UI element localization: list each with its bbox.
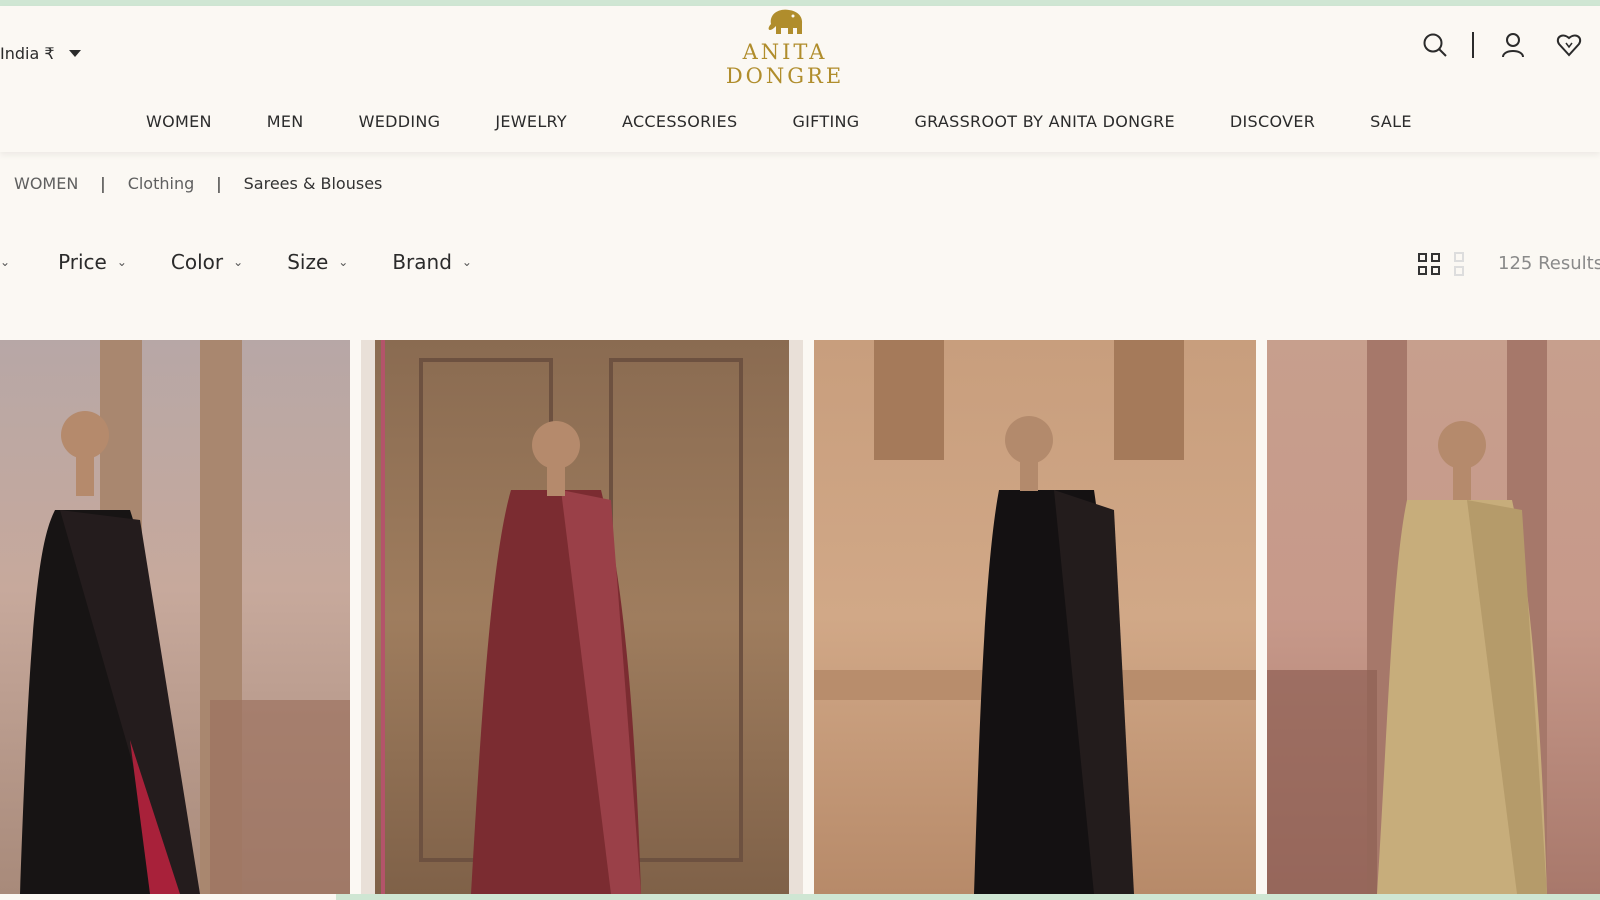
results-count: 125 Results (1498, 253, 1600, 274)
chevron-down-icon: ⌄ (338, 255, 349, 269)
breadcrumb-women[interactable]: WOMEN (14, 174, 78, 193)
filter-price[interactable]: Price ⌄ (58, 250, 127, 274)
brand-logo[interactable]: ANITA DONGRE (680, 6, 890, 88)
product-image (361, 340, 803, 894)
product-card[interactable] (814, 340, 1256, 894)
chevron-down-icon[interactable]: ⌄ (0, 255, 10, 269)
breadcrumb-separator: | (216, 174, 222, 193)
country-label: India ₹ (0, 44, 55, 63)
site-header: India ₹ ANITA DONGRE WOMEN MEN WEDDING J… (0, 6, 1600, 152)
user-icon[interactable] (1498, 30, 1528, 60)
icon-divider (1472, 32, 1474, 58)
nav-item-discover[interactable]: DISCOVER (1230, 112, 1315, 131)
filter-label: Color (170, 250, 224, 274)
view-toggle (1418, 252, 1464, 276)
caret-down-icon (68, 50, 81, 57)
breadcrumb: WOMEN | Clothing | Sarees & Blouses (14, 174, 382, 193)
nav-item-men[interactable]: MEN (267, 112, 304, 131)
filter-color[interactable]: Color ⌄ (171, 250, 243, 274)
breadcrumb-current: Sarees & Blouses (243, 174, 383, 193)
filter-label: Size (287, 250, 329, 274)
elephant-logo-icon (768, 9, 803, 34)
product-image (20, 340, 350, 894)
wishlist-heart-icon[interactable] (1554, 30, 1584, 60)
list-view-icon[interactable] (1454, 252, 1464, 276)
chevron-down-icon: ⌄ (116, 255, 127, 269)
filter-size[interactable]: Size ⌄ (287, 250, 348, 274)
grid-view-icon[interactable] (1418, 253, 1440, 275)
bottom-accent-strip (336, 894, 1600, 900)
filter-label: Brand (392, 250, 452, 274)
product-card[interactable] (1267, 340, 1600, 894)
breadcrumb-separator: | (100, 174, 106, 193)
filter-bar: ⌄ Price ⌄ Color ⌄ Size ⌄ Brand ⌄ (0, 250, 516, 274)
search-icon[interactable] (1420, 30, 1450, 60)
product-grid (0, 340, 1600, 894)
breadcrumb-clothing[interactable]: Clothing (128, 174, 195, 193)
nav-item-grassroot[interactable]: GRASSROOT BY ANITA DONGRE (914, 112, 1174, 131)
nav-item-gifting[interactable]: GIFTING (792, 112, 859, 131)
product-image (814, 340, 1256, 894)
product-image (1267, 340, 1547, 894)
nav-item-jewelry[interactable]: JEWELRY (495, 112, 567, 131)
header-icons (1420, 30, 1584, 60)
main-navigation: WOMEN MEN WEDDING JEWELRY ACCESSORIES GI… (146, 112, 1412, 131)
product-card[interactable] (0, 340, 350, 894)
nav-item-wedding[interactable]: WEDDING (359, 112, 441, 131)
nav-item-accessories[interactable]: ACCESSORIES (622, 112, 737, 131)
chevron-down-icon: ⌄ (461, 255, 472, 269)
product-card[interactable] (361, 340, 803, 894)
nav-item-women[interactable]: WOMEN (146, 112, 212, 131)
filter-label: Price (58, 250, 107, 274)
country-currency-selector[interactable]: India ₹ (0, 44, 81, 63)
nav-item-sale[interactable]: SALE (1370, 112, 1412, 131)
chevron-down-icon: ⌄ (233, 255, 244, 269)
filter-brand[interactable]: Brand ⌄ (392, 250, 472, 274)
brand-name: ANITA DONGRE (725, 40, 845, 88)
